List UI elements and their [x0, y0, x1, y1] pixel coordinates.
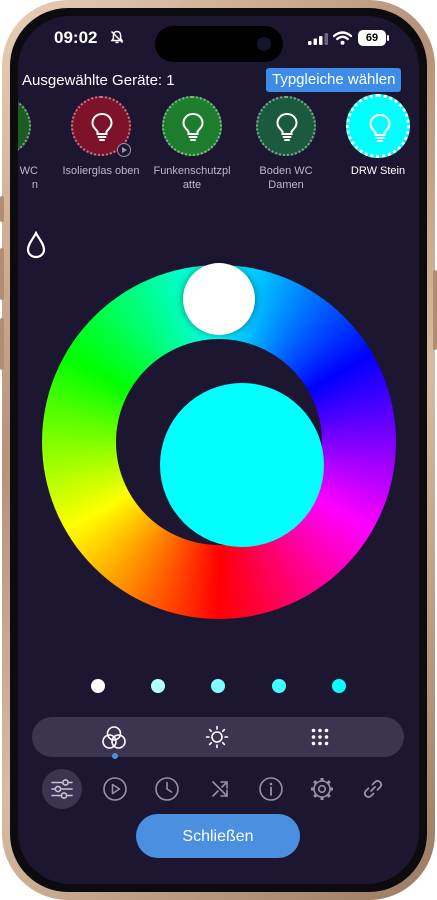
device-name: DRW Stein: [350, 165, 406, 177]
device-bulb: [162, 96, 222, 156]
play-circle-icon[interactable]: [102, 776, 128, 802]
phone-volume-down-button: [0, 318, 4, 370]
device-name: WC n: [19, 165, 38, 191]
mode-active-indicator: [112, 753, 118, 759]
link-icon[interactable]: [360, 776, 386, 802]
mode-selector-bar: [32, 717, 404, 757]
phone-power-button: [433, 270, 437, 350]
color-mix-icon[interactable]: [101, 725, 127, 751]
lightbulb-icon: [369, 113, 391, 142]
device-name: Isolierglas oben: [62, 165, 140, 177]
color-wheel-handle[interactable]: [183, 263, 255, 335]
phone-volume-up-button: [0, 248, 4, 300]
wifi-icon: [333, 31, 352, 45]
device-name: Boden WC Damen: [259, 165, 313, 191]
brightness-icon[interactable]: [205, 725, 229, 749]
close-button[interactable]: Schließen: [136, 814, 300, 858]
lightbulb-icon: [91, 112, 113, 141]
grid-dots-icon[interactable]: [311, 728, 329, 746]
select-same-type-button[interactable]: Typgleiche wählen: [266, 68, 402, 92]
screen: 09:02 69 Ausgewählte Geräte: 1 Typgleich…: [18, 16, 419, 884]
color-swatch[interactable]: [332, 679, 346, 693]
device-bulb: [18, 96, 31, 156]
color-swatch[interactable]: [91, 679, 105, 693]
device-bulb-selected: [346, 94, 410, 158]
device-item-drw-stein[interactable]: DRW Stein: [333, 94, 419, 178]
lightbulb-icon: [276, 112, 298, 141]
info-icon[interactable]: [258, 776, 284, 802]
battery-tip: [387, 35, 389, 41]
bell-muted-icon: [110, 30, 124, 44]
device-bulb: [71, 96, 131, 157]
shuffle-icon[interactable]: [207, 776, 233, 802]
cellular-signal-icon: [308, 33, 328, 45]
color-swatch[interactable]: [272, 679, 286, 693]
device-name: Funkenschutzpl atte: [153, 165, 231, 191]
sliders-icon[interactable]: [49, 776, 75, 802]
gear-icon[interactable]: [309, 776, 335, 802]
device-item-wc[interactable]: WC n: [18, 96, 46, 192]
play-badge-icon: [117, 143, 131, 157]
status-time: 09:02: [54, 28, 98, 47]
selected-devices-label: Ausgewählte Geräte: 1: [22, 72, 175, 89]
device-bulb: [256, 96, 316, 156]
color-swatch[interactable]: [211, 679, 225, 693]
phone-action-button: [0, 196, 4, 222]
camera-icon: [257, 37, 271, 51]
device-item-isolierglas[interactable]: Isolierglas oben: [56, 96, 146, 178]
device-item-boden-wc-damen[interactable]: Boden WC Damen: [241, 96, 331, 192]
dynamic-island: [155, 26, 283, 62]
color-wheel[interactable]: [42, 263, 396, 619]
current-color-preview: [160, 383, 324, 547]
color-swatch[interactable]: [151, 679, 165, 693]
clock-icon[interactable]: [154, 776, 180, 802]
device-item-funkenschutzplatte[interactable]: Funkenschutzpl atte: [147, 96, 237, 192]
lightbulb-icon: [182, 112, 204, 141]
water-drop-icon[interactable]: [26, 231, 46, 259]
battery-indicator: 69: [358, 30, 386, 46]
